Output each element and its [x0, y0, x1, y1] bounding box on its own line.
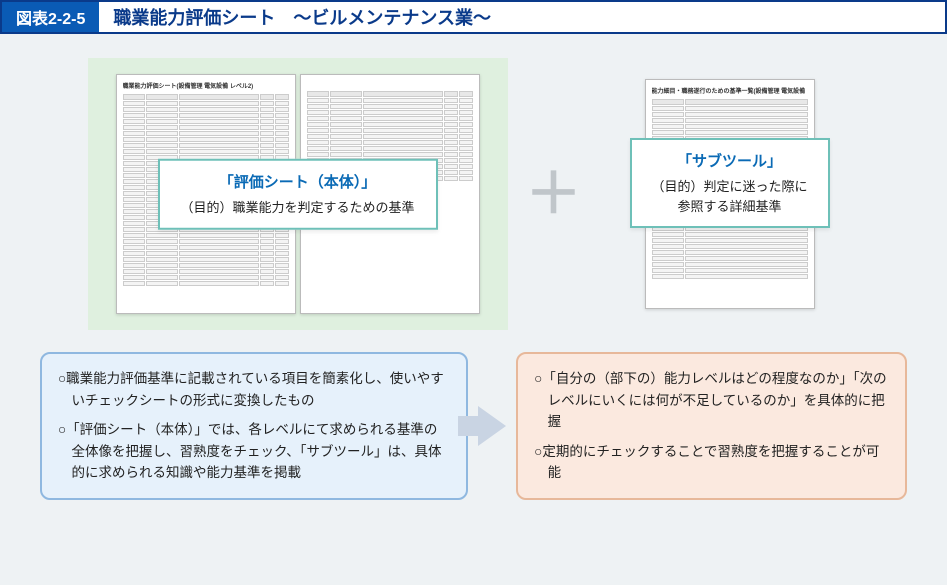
- info-box-right: ○「自分の（部下の）能力レベルはどの程度なのか」「次のレベルにいくには何が不足し…: [516, 352, 907, 500]
- subtool-group: 能力細目・職務遂行のための基準一覧(設備管理 電気設備 レベル2): [600, 58, 860, 330]
- evaluation-sheet-group: 職業能力評価シート(設備管理 電気設備 レベル2): [88, 58, 508, 330]
- figure-title: 職業能力評価シート ～ビルメンテナンス業～: [99, 2, 945, 32]
- info-left-p1: ○職業能力評価基準に記載されている項目を簡素化し、使いやすいチェックシートの形式…: [58, 368, 450, 411]
- subtool-bg: 能力細目・職務遂行のための基準一覧(設備管理 電気設備 レベル2): [600, 58, 860, 330]
- info-left-p2: ○「評価シート（本体）」では、各レベルにて求められる基準の全体像を把握し、習熟度…: [58, 419, 450, 484]
- evaluation-sheet-bg: 職業能力評価シート(設備管理 電気設備 レベル2): [88, 58, 508, 330]
- thumb-title: 能力細目・職務遂行のための基準一覧(設備管理 電気設備 レベル2): [652, 86, 808, 95]
- top-row: 職業能力評価シート(設備管理 電気設備 レベル2): [30, 58, 917, 330]
- callout-desc: （目的）職業能力を判定するための基準: [174, 198, 422, 218]
- callout-desc: （目的）判定に迷った際に 参照する詳細基準: [646, 177, 814, 216]
- figure-body: 職業能力評価シート(設備管理 電気設備 レベル2): [0, 34, 947, 585]
- subtool-callout: 「サブツール」 （目的）判定に迷った際に 参照する詳細基準: [630, 138, 830, 228]
- figure-number-tag: 図表2-2-5: [2, 2, 99, 32]
- info-right-p2: ○定期的にチェックすることで習熟度を把握することが可能: [534, 441, 889, 484]
- arrow-right-icon: [478, 406, 506, 446]
- figure-header: 図表2-2-5 職業能力評価シート ～ビルメンテナンス業～: [0, 0, 947, 34]
- info-right-p1: ○「自分の（部下の）能力レベルはどの程度なのか」「次のレベルにいくには何が不足し…: [534, 368, 889, 433]
- callout-title: 「評価シート（本体）」: [174, 171, 422, 192]
- info-box-left: ○職業能力評価基準に記載されている項目を簡素化し、使いやすいチェックシートの形式…: [40, 352, 468, 500]
- evaluation-sheet-callout: 「評価シート（本体）」 （目的）職業能力を判定するための基準: [158, 159, 438, 230]
- plus-icon: ＋: [526, 166, 582, 222]
- callout-title: 「サブツール」: [646, 150, 814, 171]
- bottom-row: ○職業能力評価基準に記載されている項目を簡素化し、使いやすいチェックシートの形式…: [30, 352, 917, 500]
- thumb-title: 職業能力評価シート(設備管理 電気設備 レベル2): [123, 81, 289, 90]
